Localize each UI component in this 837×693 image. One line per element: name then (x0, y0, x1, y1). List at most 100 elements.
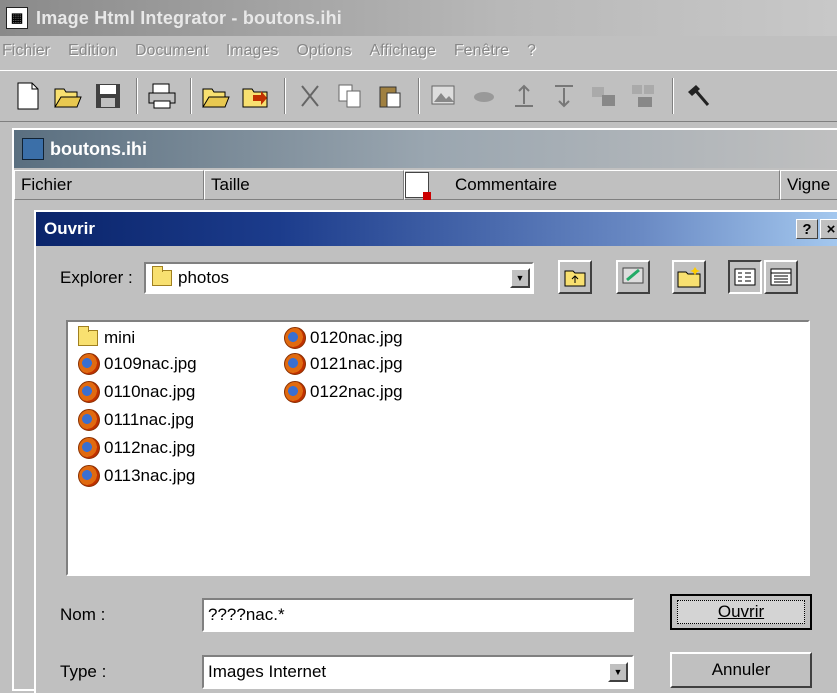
open-folder-icon[interactable] (198, 78, 234, 114)
toolbar-separator (284, 78, 286, 114)
list-item[interactable]: 0111nac.jpg (78, 408, 194, 432)
open-dialog: Ouvrir ? × Explorer : photos ▼ mini 0109… (34, 210, 837, 693)
menu-fichier[interactable]: Fichier (2, 42, 50, 60)
new-icon[interactable] (10, 78, 46, 114)
app-icon: ▦ (6, 7, 28, 29)
menu-document[interactable]: Document (135, 42, 208, 60)
file-name: 0110nac.jpg (104, 382, 196, 401)
open-button-label: Ouvrir (717, 602, 765, 621)
menu-options[interactable]: Options (296, 42, 351, 60)
details-view-icon (770, 268, 792, 286)
file-name-value: ????nac.* (208, 605, 285, 624)
cancel-button-label: Annuler (711, 660, 771, 679)
menu-edition[interactable]: Edition (68, 42, 117, 60)
list-item[interactable]: 0110nac.jpg (78, 380, 195, 404)
open-button-focus: Ouvrir (677, 600, 805, 624)
menu-affichage[interactable]: Affichage (369, 42, 435, 60)
open-icon[interactable] (50, 78, 86, 114)
chevron-down-icon[interactable]: ▼ (510, 268, 530, 288)
import-icon[interactable] (238, 78, 274, 114)
new-folder-button[interactable] (672, 260, 706, 294)
file-name: 0113nac.jpg (104, 466, 196, 485)
look-in-label: Explorer : (60, 268, 133, 287)
name-label: Nom : (60, 605, 106, 624)
firefox-icon (284, 327, 306, 349)
up-folder-icon (564, 270, 586, 287)
dialog-title-bar: Ouvrir (36, 212, 837, 246)
file-name: 0122nac.jpg (310, 382, 403, 401)
details-view-button[interactable] (764, 260, 798, 294)
open-button[interactable]: Ouvrir (670, 594, 812, 630)
chevron-down-icon[interactable]: ▼ (608, 662, 628, 682)
list-view-icon (734, 268, 756, 286)
desktop-button[interactable] (616, 260, 650, 294)
type-label: Type : (60, 662, 107, 681)
look-in-value: photos (178, 268, 230, 287)
toolbar-separator (418, 78, 420, 114)
paste-icon[interactable] (372, 78, 408, 114)
document-icon (22, 138, 44, 160)
file-list[interactable]: mini 0109nac.jpg 0110nac.jpg 0111nac.jpg… (66, 320, 810, 576)
tool-icon[interactable] (680, 78, 716, 114)
list-item[interactable]: 0120nac.jpg (284, 326, 403, 350)
dialog-title: Ouvrir (44, 219, 96, 238)
list-item[interactable]: 0109nac.jpg (78, 352, 197, 376)
save-icon[interactable] (90, 78, 126, 114)
folder-icon (152, 266, 172, 286)
toolbar-separator (136, 78, 138, 114)
desktop-icon (622, 267, 644, 284)
firefox-icon (284, 381, 306, 403)
file-name-input[interactable]: ????nac.* (202, 598, 634, 632)
column-header-taille[interactable]: Taille (204, 170, 404, 200)
cut-icon[interactable] (292, 78, 328, 114)
menu-images[interactable]: Images (226, 42, 278, 60)
list-item[interactable]: 0112nac.jpg (78, 436, 195, 460)
close-button[interactable]: × (820, 219, 837, 239)
file-name: 0111nac.jpg (104, 410, 195, 429)
look-in-select[interactable]: photos ▼ (144, 262, 534, 294)
toolbar-separator (672, 78, 674, 114)
firefox-icon (78, 465, 100, 487)
comment-icon (405, 172, 431, 200)
firefox-icon (78, 437, 100, 459)
list-item-folder[interactable]: mini (78, 326, 135, 350)
new-folder-icon (677, 267, 701, 288)
file-name: mini (104, 328, 136, 347)
menu-fenetre[interactable]: Fenêtre (454, 42, 509, 60)
file-name: 0121nac.jpg (310, 354, 403, 373)
document-window: boutons.ihi Fichier Taille Commentaire V… (12, 128, 837, 693)
toolbar-separator (190, 78, 192, 114)
column-header-commentaire[interactable]: Commentaire (404, 170, 780, 200)
link-icon[interactable] (466, 78, 502, 114)
list-item[interactable]: 0121nac.jpg (284, 352, 403, 376)
list-view-button[interactable] (728, 260, 762, 294)
menu-help[interactable]: ? (527, 42, 536, 60)
print-icon[interactable] (144, 78, 180, 114)
column-headers: Fichier Taille Commentaire Vigne (14, 170, 837, 200)
column-header-vigne[interactable]: Vigne (780, 170, 837, 200)
list-item[interactable]: 0122nac.jpg (284, 380, 403, 404)
menu-bar: Fichier Edition Document Images Options … (0, 36, 837, 66)
column-header-fichier[interactable]: Fichier (14, 170, 204, 200)
app-title: Image Html Integrator - boutons.ihi (36, 7, 343, 28)
toolbar (0, 70, 837, 122)
firefox-icon (78, 409, 100, 431)
copy-icon[interactable] (332, 78, 368, 114)
firefox-icon (78, 353, 100, 375)
generate-icon[interactable] (586, 78, 622, 114)
firefox-icon (78, 381, 100, 403)
move-down-icon[interactable] (546, 78, 582, 114)
move-up-icon[interactable] (506, 78, 542, 114)
file-type-value: Images Internet (208, 662, 327, 681)
image-icon[interactable] (426, 78, 462, 114)
folder-icon (78, 326, 98, 346)
firefox-icon (284, 353, 306, 375)
up-folder-button[interactable] (558, 260, 592, 294)
document-title-bar: boutons.ihi (14, 130, 837, 168)
generate-all-icon[interactable] (626, 78, 662, 114)
list-item[interactable]: 0113nac.jpg (78, 464, 195, 488)
file-type-select[interactable]: Images Internet ▼ (202, 655, 634, 689)
help-button[interactable]: ? (796, 219, 818, 239)
cancel-button[interactable]: Annuler (670, 652, 812, 688)
file-name: 0109nac.jpg (104, 354, 197, 373)
